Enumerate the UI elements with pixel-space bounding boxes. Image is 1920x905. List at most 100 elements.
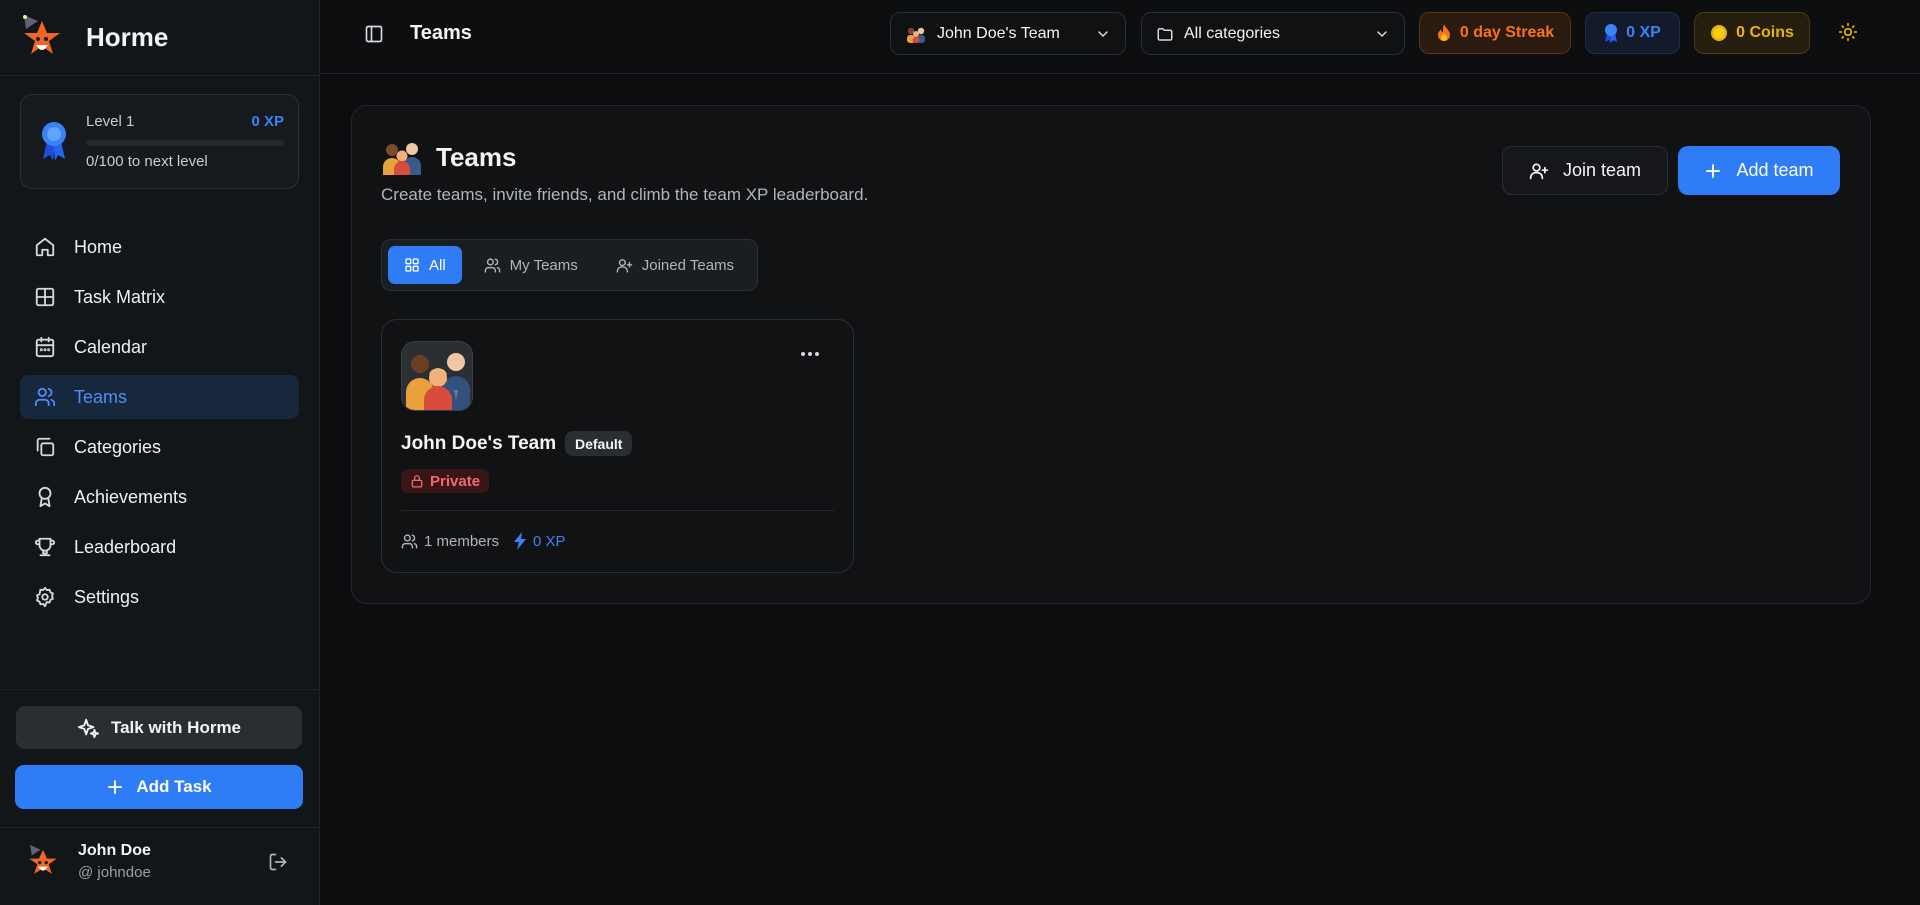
join-team-button[interactable]: Join team xyxy=(1502,146,1668,195)
tab-all[interactable]: All xyxy=(388,246,462,284)
divider xyxy=(0,827,319,828)
streak-badge[interactable]: 0 day Streak xyxy=(1419,12,1571,54)
add-task-button[interactable]: Add Task xyxy=(15,765,303,809)
chevron-down-icon xyxy=(1377,31,1387,37)
sun-icon xyxy=(1838,22,1858,42)
level-progress-text: 0/100 to next level xyxy=(86,153,208,170)
members-count: 1 members xyxy=(401,533,499,550)
award-icon xyxy=(38,486,52,508)
private-label: Private xyxy=(430,472,481,490)
level-xp: 0 XP xyxy=(251,113,284,130)
sidebar: Horme Level 1 0 XP 0/100 to next level H… xyxy=(0,0,320,905)
tab-label: My Teams xyxy=(509,256,578,274)
more-horizontal-icon xyxy=(801,352,819,356)
tab-joined-teams[interactable]: Joined Teams xyxy=(600,246,750,284)
team-card[interactable]: John Doe's Team Default Private 1 member… xyxy=(381,319,854,573)
user-name: John Doe xyxy=(78,841,151,859)
trophy-icon xyxy=(34,537,56,557)
sidebar-item-leaderboard[interactable]: Leaderboard xyxy=(20,525,299,569)
talk-button-label: Talk with Horme xyxy=(110,717,242,737)
sidebar-item-label: Calendar xyxy=(74,336,148,357)
join-team-label: Join team xyxy=(1562,160,1642,180)
users-icon xyxy=(34,387,56,407)
ribbon-badge-icon xyxy=(42,122,66,161)
sidebar-item-label: Task Matrix xyxy=(74,286,166,307)
sidebar-item-label: Teams xyxy=(74,386,128,407)
team-filter-tabs: All My Teams Joined Teams xyxy=(381,239,758,291)
header-title: Teams xyxy=(410,22,472,44)
team-xp: 0 XP xyxy=(513,532,566,550)
coins-badge[interactable]: 0 Coins xyxy=(1694,12,1810,54)
lightning-icon xyxy=(514,532,527,550)
add-team-button[interactable]: Add team xyxy=(1678,146,1840,195)
fire-icon xyxy=(1437,24,1450,41)
divider xyxy=(0,75,319,76)
tab-my-teams[interactable]: My Teams xyxy=(468,246,594,284)
top-header: Teams John Doe's Team All categories 0 d… xyxy=(320,0,1920,74)
home-icon xyxy=(35,237,55,257)
xp-badge[interactable]: 0 XP xyxy=(1585,12,1680,54)
sidebar-item-task-matrix[interactable]: Task Matrix xyxy=(20,275,299,319)
sidebar-item-calendar[interactable]: Calendar xyxy=(20,325,299,369)
team-select-value: John Doe's Team xyxy=(937,24,1060,42)
sidebar-toggle-button[interactable] xyxy=(364,24,384,44)
default-badge: Default xyxy=(565,431,633,456)
user-handle: @ johndoe xyxy=(78,863,151,881)
team-options-button[interactable] xyxy=(800,350,820,358)
gear-icon xyxy=(36,586,54,608)
user-plus-icon xyxy=(616,258,633,273)
sidebar-item-label: Settings xyxy=(74,586,140,607)
wizard-logo-icon xyxy=(23,15,60,54)
page-subtitle: Create teams, invite friends, and climb … xyxy=(381,185,869,204)
sidebar-item-label: Leaderboard xyxy=(74,536,177,557)
add-team-label: Add team xyxy=(1736,160,1814,180)
talk-with-horme-button[interactable]: Talk with Horme xyxy=(16,706,302,749)
folder-icon xyxy=(1157,27,1173,41)
sidebar-item-teams[interactable]: Teams xyxy=(20,375,299,419)
team-meta: 1 members 0 XP xyxy=(401,532,566,550)
avatar xyxy=(29,844,57,874)
users-icon xyxy=(401,533,418,549)
category-select[interactable]: All categories xyxy=(1141,12,1405,55)
teams-panel: Teams Create teams, invite friends, and … xyxy=(351,105,1871,604)
theme-toggle-button[interactable] xyxy=(1838,22,1858,42)
team-people-icon xyxy=(907,27,925,43)
sidebar-item-categories[interactable]: Categories xyxy=(20,425,299,469)
chevron-down-icon xyxy=(1098,31,1108,37)
calendar-icon xyxy=(35,336,55,358)
grid-icon xyxy=(405,258,419,272)
xp-label: 0 XP xyxy=(1626,24,1661,41)
tab-label: Joined Teams xyxy=(641,256,735,274)
tab-label: All xyxy=(429,256,446,274)
level-progress-bar xyxy=(86,140,284,146)
sidebar-item-settings[interactable]: Settings xyxy=(20,575,299,619)
sidebar-item-achievements[interactable]: Achievements xyxy=(20,475,299,519)
team-xp-label: 0 XP xyxy=(533,532,566,550)
add-task-label: Add Task xyxy=(136,777,212,796)
sidebar-item-label: Achievements xyxy=(74,486,188,507)
team-select[interactable]: John Doe's Team xyxy=(890,12,1126,55)
divider xyxy=(0,689,319,690)
grid-icon xyxy=(35,287,55,307)
user-profile[interactable]: John Doe @ johndoe xyxy=(22,840,151,882)
category-select-value: All categories xyxy=(1184,24,1281,42)
members-label: 1 members xyxy=(424,532,500,550)
plus-icon xyxy=(1706,163,1721,178)
copy-icon xyxy=(36,437,55,457)
level-card: Level 1 0 XP 0/100 to next level xyxy=(20,94,299,189)
users-icon xyxy=(484,257,500,273)
sidebar-item-home[interactable]: Home xyxy=(20,225,299,269)
coin-icon xyxy=(1711,25,1728,41)
user-plus-icon xyxy=(1529,163,1549,179)
sidebar-nav: Home Task Matrix Calendar Teams Categori… xyxy=(20,225,299,625)
brand-name: Horme xyxy=(86,21,169,52)
logout-button[interactable] xyxy=(268,852,288,872)
plus-icon xyxy=(108,780,123,794)
user-info: John Doe @ johndoe xyxy=(78,842,151,881)
brand[interactable]: Horme xyxy=(16,12,168,62)
team-name: John Doe's Team xyxy=(401,433,557,454)
lock-icon xyxy=(411,475,423,488)
team-avatar xyxy=(401,341,473,411)
sparkles-icon xyxy=(77,718,99,738)
ribbon-badge-icon xyxy=(1605,24,1618,43)
